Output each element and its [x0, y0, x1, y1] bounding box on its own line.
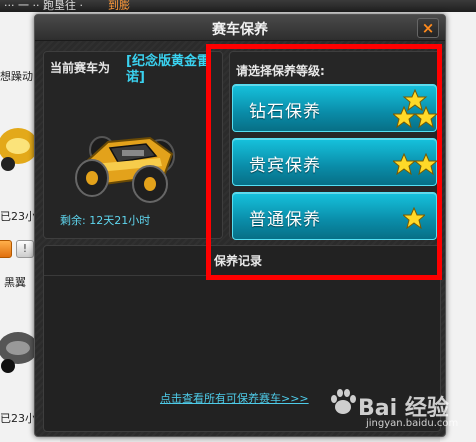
diamond-maintenance-button[interactable]: 钻石保养 [232, 84, 437, 132]
current-car-panel: 当前赛车为 [纪念版黄金雷诺] 剩余: 12天21小时 [43, 51, 223, 239]
close-icon: × [421, 19, 435, 37]
background-list-text: 想躁动 [0, 70, 33, 83]
car-image [75, 136, 175, 203]
current-car-label: 当前赛车为 [50, 61, 111, 75]
baidu-jingyan-watermark: Bai 经验 jingyan.baidu.com [330, 384, 470, 434]
records-title: 保养记录 [214, 254, 263, 268]
background-list-text: 黑翼 [4, 276, 26, 289]
background-top-bar: ··· 一 ·· 跑垦往 · 到膨 [0, 0, 476, 12]
level-button-label: 普通保养 [249, 210, 321, 230]
paw-icon [331, 389, 356, 414]
star-icon [403, 207, 425, 229]
watermark-url: jingyan.baidu.com [366, 418, 459, 429]
view-all-cars-link[interactable]: 点击查看所有可保养赛车>>> [160, 390, 309, 406]
level-select-panel: 请选择保养等级: 钻石保养 贵宾保养 普通保养 [229, 51, 441, 240]
close-button[interactable]: × [417, 18, 439, 38]
vip-maintenance-button[interactable]: 贵宾保养 [232, 138, 437, 186]
background-top-text: 到膨 [108, 0, 130, 12]
dialog-title: 赛车保养 [212, 22, 268, 38]
background-info-button[interactable]: ! [16, 240, 34, 258]
dialog-title-bar[interactable]: 赛车保养 × [35, 15, 445, 41]
background-orange-button[interactable] [0, 240, 12, 258]
level-select-title: 请选择保养等级: [236, 64, 325, 78]
star-icon [393, 89, 437, 129]
star-icon [393, 153, 437, 175]
car-name: [纪念版黄金雷诺] [126, 54, 210, 85]
records-header: 保养记录 [44, 246, 442, 276]
remaining-time: 剩余: 12天21小时 [60, 214, 151, 227]
car-maintenance-dialog: 赛车保养 × 当前赛车为 [纪念版黄金雷诺] 剩余: 12天21小时 请选择保养… [34, 14, 446, 437]
normal-maintenance-button[interactable]: 普通保养 [232, 192, 437, 240]
level-button-label: 钻石保养 [249, 102, 321, 122]
level-button-label: 贵宾保养 [249, 156, 321, 176]
